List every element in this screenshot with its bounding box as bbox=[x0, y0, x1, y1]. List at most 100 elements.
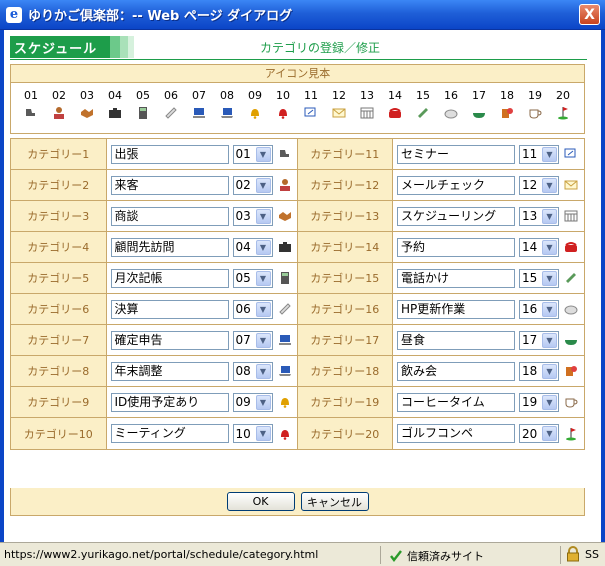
category-name-input[interactable]: 出張 bbox=[110, 144, 229, 164]
category-name-input[interactable]: ID使用予定あり bbox=[110, 392, 229, 412]
category-label: カテゴリー3 bbox=[11, 201, 107, 231]
shoe-icon bbox=[278, 147, 292, 161]
category-name-input[interactable]: 決算 bbox=[110, 299, 229, 319]
trusted-zone: 信頼済みサイト bbox=[389, 548, 484, 564]
category-name-input[interactable]: ミーティング bbox=[110, 424, 229, 443]
icon-sample-item: 03 bbox=[73, 89, 101, 121]
category-name-input[interactable]: コーヒータイム bbox=[397, 392, 515, 412]
table-row: カテゴリー10 ミーティング 10 ▼ カテゴリー20 ゴルフコンペ 20 ▼ bbox=[11, 418, 584, 449]
chevron-down-icon[interactable]: ▼ bbox=[255, 146, 271, 162]
drink-icon bbox=[564, 364, 578, 378]
chevron-down-icon[interactable]: ▼ bbox=[542, 177, 557, 193]
icon-sample-number: 04 bbox=[108, 89, 122, 102]
envelope-icon bbox=[564, 178, 578, 192]
category-name-input[interactable]: HP更新作業 bbox=[397, 299, 515, 319]
category-name-input[interactable]: 電話かけ bbox=[397, 268, 515, 288]
chevron-down-icon[interactable]: ▼ bbox=[542, 426, 557, 441]
icon-number-select[interactable]: 18 ▼ bbox=[519, 361, 559, 381]
icon-number-value: 11 bbox=[522, 147, 538, 161]
category-name-input[interactable]: セミナー bbox=[397, 144, 515, 164]
icon-sample-item: 05 bbox=[129, 89, 157, 121]
icon-number-select[interactable]: 09 ▼ bbox=[232, 392, 273, 412]
icon-number-select[interactable]: 19 ▼ bbox=[519, 392, 559, 412]
category-name-input[interactable]: ゴルフコンペ bbox=[397, 424, 515, 443]
chevron-down-icon[interactable]: ▼ bbox=[255, 270, 271, 286]
category-name-input[interactable]: 昼食 bbox=[397, 330, 515, 350]
icon-number-select[interactable]: 06 ▼ bbox=[232, 299, 273, 319]
chevron-down-icon[interactable]: ▼ bbox=[542, 363, 557, 379]
category-label: カテゴリー7 bbox=[11, 325, 107, 355]
icon-sample-item: 18 bbox=[493, 89, 521, 121]
bowl-icon bbox=[564, 333, 578, 347]
icon-number-select[interactable]: 12 ▼ bbox=[519, 175, 559, 195]
category-name-input[interactable]: スケジューリング bbox=[397, 206, 515, 226]
icon-number-select[interactable]: 05 ▼ bbox=[232, 268, 273, 288]
category-name-input[interactable]: 顧問先訪問 bbox=[110, 237, 229, 257]
chevron-down-icon[interactable]: ▼ bbox=[542, 239, 557, 255]
chevron-down-icon[interactable]: ▼ bbox=[542, 208, 557, 224]
chevron-down-icon[interactable]: ▼ bbox=[255, 208, 271, 224]
icon-sample-number: 16 bbox=[444, 89, 458, 102]
category-label: カテゴリー17 bbox=[297, 325, 393, 355]
category-name-input[interactable]: 飲み会 bbox=[397, 361, 515, 381]
icon-sample-number: 06 bbox=[164, 89, 178, 102]
chevron-down-icon[interactable]: ▼ bbox=[542, 270, 557, 286]
icon-sample-item: 20 bbox=[549, 89, 577, 121]
icon-number-select[interactable]: 20 ▼ bbox=[519, 424, 559, 443]
icon-number-select[interactable]: 15 ▼ bbox=[519, 268, 559, 288]
icon-sample-item: 15 bbox=[409, 89, 437, 121]
category-label: カテゴリー15 bbox=[297, 263, 393, 293]
icon-number-select[interactable]: 17 ▼ bbox=[519, 330, 559, 350]
chevron-down-icon[interactable]: ▼ bbox=[542, 394, 557, 410]
icon-number-select[interactable]: 07 ▼ bbox=[232, 330, 273, 350]
presentation-icon bbox=[297, 105, 325, 121]
icon-number-select[interactable]: 04 ▼ bbox=[232, 237, 273, 257]
icon-number-select[interactable]: 11 ▼ bbox=[519, 144, 559, 164]
icon-sample-number: 14 bbox=[388, 89, 402, 102]
icon-number-select[interactable]: 08 ▼ bbox=[232, 361, 273, 381]
category-name-input[interactable]: 来客 bbox=[110, 175, 229, 195]
icon-sample-item: 17 bbox=[465, 89, 493, 121]
chevron-down-icon[interactable]: ▼ bbox=[542, 146, 557, 162]
cancel-button[interactable]: キャンセル bbox=[300, 492, 369, 511]
alarm-bell-icon bbox=[278, 427, 292, 441]
icon-sample-number: 15 bbox=[416, 89, 430, 102]
category-label: カテゴリー20 bbox=[297, 418, 393, 449]
chevron-down-icon[interactable]: ▼ bbox=[255, 301, 271, 317]
category-label: カテゴリー18 bbox=[297, 356, 393, 386]
ok-button[interactable]: OK bbox=[226, 492, 295, 511]
status-url: https://www2.yurikago.net/portal/schedul… bbox=[4, 548, 319, 561]
category-name-input[interactable]: 年末調整 bbox=[110, 361, 229, 381]
category-value-cell: 年末調整 08 ▼ bbox=[107, 356, 298, 386]
icon-number-select[interactable]: 13 ▼ bbox=[519, 206, 559, 226]
chevron-down-icon[interactable]: ▼ bbox=[255, 394, 271, 410]
category-name-input[interactable]: 確定申告 bbox=[110, 330, 229, 350]
icon-number-select[interactable]: 01 ▼ bbox=[232, 144, 273, 164]
icon-number-select[interactable]: 03 ▼ bbox=[232, 206, 273, 226]
chevron-down-icon[interactable]: ▼ bbox=[255, 426, 271, 441]
computer-icon bbox=[185, 105, 213, 121]
icon-number-select[interactable]: 14 ▼ bbox=[519, 237, 559, 257]
icon-number-select[interactable]: 16 ▼ bbox=[519, 299, 559, 319]
icon-number-select[interactable]: 10 ▼ bbox=[232, 424, 273, 443]
chevron-down-icon[interactable]: ▼ bbox=[542, 301, 557, 317]
category-label: カテゴリー16 bbox=[297, 294, 393, 324]
window-title: ゆりかご倶楽部：-- Web ページ ダイアログ bbox=[28, 9, 293, 24]
icon-number-select[interactable]: 02 ▼ bbox=[232, 175, 273, 195]
category-name-input[interactable]: 予約 bbox=[397, 237, 515, 257]
chevron-down-icon[interactable]: ▼ bbox=[255, 239, 271, 255]
chevron-down-icon[interactable]: ▼ bbox=[255, 332, 271, 348]
table-row: カテゴリー4 顧問先訪問 04 ▼ カテゴリー14 予約 14 ▼ bbox=[11, 232, 584, 263]
ssl-label: SS bbox=[585, 548, 599, 561]
category-value-cell: 商談 03 ▼ bbox=[107, 201, 298, 231]
chevron-down-icon[interactable]: ▼ bbox=[542, 332, 557, 348]
category-label: カテゴリー13 bbox=[297, 201, 393, 231]
chevron-down-icon[interactable]: ▼ bbox=[255, 363, 271, 379]
chevron-down-icon[interactable]: ▼ bbox=[255, 177, 271, 193]
page-header: スケジュール カテゴリの登録／修正 bbox=[10, 36, 587, 60]
category-value-cell: ミーティング 10 ▼ bbox=[107, 418, 298, 449]
category-name-input[interactable]: 商談 bbox=[110, 206, 229, 226]
close-button[interactable]: X bbox=[579, 4, 600, 25]
category-name-input[interactable]: メールチェック bbox=[397, 175, 515, 195]
category-name-input[interactable]: 月次記帳 bbox=[110, 268, 229, 288]
